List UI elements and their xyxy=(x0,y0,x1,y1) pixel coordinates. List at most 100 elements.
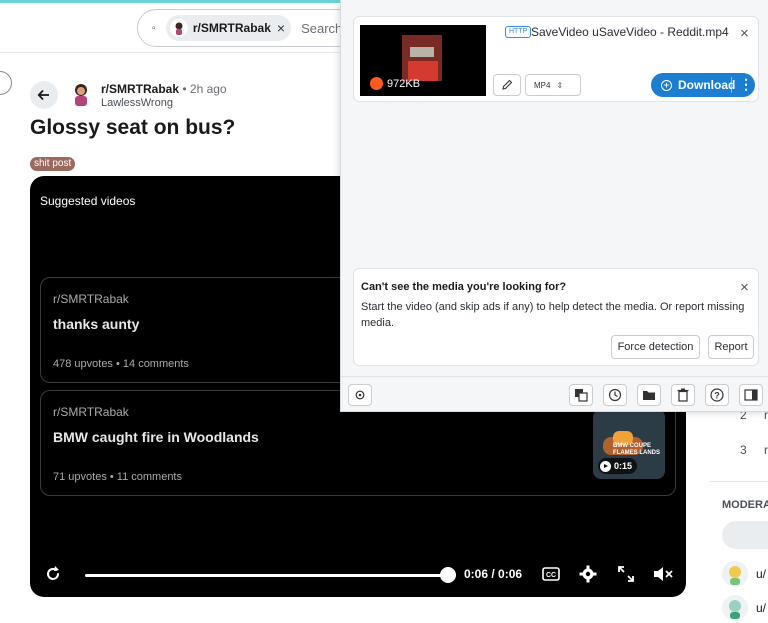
post-flair[interactable]: shit post xyxy=(30,157,76,171)
moderators-heading: MODERAT xyxy=(722,499,768,511)
subreddit-avatar[interactable] xyxy=(68,81,94,107)
format-select[interactable]: MP4 ⇕ xyxy=(525,74,581,96)
history-icon xyxy=(608,388,622,402)
arrow-left-icon xyxy=(37,89,49,101)
folder-button[interactable] xyxy=(637,384,661,406)
community-avatar-icon xyxy=(169,19,188,37)
suggestion-subreddit: r/SMRTRabak xyxy=(53,292,129,306)
force-detection-button[interactable]: Force detection xyxy=(611,335,700,359)
sidebar-divider xyxy=(710,481,768,482)
report-button[interactable]: Report xyxy=(708,335,754,359)
post-author-link[interactable]: LawlessWrong xyxy=(101,97,173,109)
sidebar-icon xyxy=(744,389,758,401)
pencil-icon xyxy=(502,79,513,90)
suggestion-subreddit: r/SMRTRabak xyxy=(53,405,129,419)
back-button[interactable] xyxy=(30,81,58,109)
download-label: Download xyxy=(678,78,736,92)
duration-label: 0:15 xyxy=(614,461,633,471)
moderator-name: u/ xyxy=(756,567,767,581)
community-chip[interactable]: r/SMRTRabak × xyxy=(165,15,292,41)
moderator-avatar xyxy=(722,595,748,621)
post-header: r/SMRTRabak • 2h ago xyxy=(101,82,227,96)
suggestion-thumbnail[interactable]: BMW COUPE FLAMES LANDS 0:15 xyxy=(593,409,665,479)
captions-button[interactable]: CC xyxy=(540,563,562,585)
community-chip-label: r/SMRTRabak xyxy=(192,21,271,35)
settings-button[interactable] xyxy=(348,384,372,406)
protocol-badge: HTTP xyxy=(505,26,532,38)
progress-knob[interactable] xyxy=(440,567,456,583)
download-button[interactable]: + Download ⋮ xyxy=(651,73,755,97)
player-controls: 0:06 / 0:06 CC xyxy=(30,556,686,592)
translate-icon xyxy=(575,389,588,402)
expand-icon xyxy=(618,566,634,582)
captions-icon: CC xyxy=(542,567,560,581)
svg-text:?: ? xyxy=(714,391,720,401)
history-button[interactable] xyxy=(603,384,627,406)
search-bar[interactable]: r/SMRTRabak × Search in xyxy=(137,9,357,47)
replay-icon xyxy=(47,566,59,580)
select-arrows-icon: ⇕ xyxy=(556,80,564,90)
more-icon: ⋮ xyxy=(0,73,5,85)
suggested-videos-heading: Suggested videos xyxy=(40,194,136,208)
suggestion-meta: 478 upvotes • 14 comments xyxy=(53,358,189,370)
more-options-button[interactable]: ⋮ xyxy=(0,71,12,95)
media-thumbnail[interactable]: 972KB xyxy=(360,25,486,96)
muted-speaker-icon xyxy=(654,567,673,581)
timecode: 0:06 / 0:06 xyxy=(464,567,523,581)
replay-button[interactable] xyxy=(42,563,64,585)
notice-body: Start the video (and skip ads if any) to… xyxy=(361,301,745,329)
moderator-avatar xyxy=(722,561,748,587)
moderator-item[interactable]: u/ xyxy=(722,595,768,621)
suggestion-title: thanks aunty xyxy=(53,316,140,332)
thumbnail-caption: BMW COUPE FLAMES LANDS xyxy=(613,443,660,456)
media-size: 972KB xyxy=(370,77,420,90)
reddit-icon xyxy=(370,77,383,90)
header-divider xyxy=(0,52,340,53)
settings-icon xyxy=(355,390,365,400)
post-separator: • xyxy=(179,82,190,96)
media-filename: SaveVideo uSaveVideo - Reddit.mp4 xyxy=(531,25,729,39)
suggestion-title: BMW caught fire in Woodlands xyxy=(53,429,259,445)
rank-label-fragment: r xyxy=(764,443,768,457)
help-icon: ? xyxy=(710,388,724,402)
popup-toolbar: ? xyxy=(341,376,768,412)
gear-icon xyxy=(579,565,597,583)
suggestion-meta: 71 upvotes • 11 comments xyxy=(53,471,182,483)
notice-title: Can't see the media you're looking for? xyxy=(361,281,567,293)
play-icon xyxy=(600,460,611,472)
progress-track[interactable] xyxy=(85,574,447,577)
fullscreen-button[interactable] xyxy=(615,563,637,585)
mute-button[interactable] xyxy=(652,563,674,585)
close-icon[interactable]: × xyxy=(740,25,749,42)
folder-icon xyxy=(643,391,655,400)
rank-number: 3 xyxy=(740,443,747,457)
thumbnail-scene xyxy=(410,47,434,57)
chip-close-icon[interactable]: × xyxy=(277,20,285,36)
post-time: 2h ago xyxy=(189,82,227,96)
moderator-name: u/ xyxy=(756,601,767,615)
search-icon xyxy=(152,26,156,30)
trash-icon xyxy=(677,388,689,402)
download-icon: + xyxy=(661,79,672,91)
media-item-card: 972KB HTTP SaveVideo uSaveVideo - Reddit… xyxy=(353,16,759,102)
button-separator xyxy=(731,77,732,93)
rename-button[interactable] xyxy=(493,74,521,96)
moderator-item[interactable]: u/ xyxy=(722,561,768,587)
close-icon[interactable]: × xyxy=(740,279,749,296)
media-size-label: 972KB xyxy=(387,77,421,90)
help-button[interactable]: ? xyxy=(705,384,729,406)
post-title: Glossy seat on bus? xyxy=(30,116,236,139)
format-value: MP4 xyxy=(534,80,551,90)
delete-button[interactable] xyxy=(671,384,695,406)
translate-button[interactable] xyxy=(569,384,593,406)
thumbnail-duration: 0:15 xyxy=(598,458,638,474)
trending-rank-item[interactable]: 3r xyxy=(740,443,768,457)
post-subreddit-link[interactable]: r/SMRTRabak xyxy=(101,82,179,96)
video-downloader-popup: 972KB HTTP SaveVideo uSaveVideo - Reddit… xyxy=(340,0,768,412)
svg-text:CC: CC xyxy=(546,572,556,579)
settings-button[interactable] xyxy=(577,563,599,585)
sidebar-toggle-button[interactable] xyxy=(739,384,763,406)
missing-media-notice: Can't see the media you're looking for? … xyxy=(353,268,759,366)
more-options-icon[interactable]: ⋮ xyxy=(739,75,753,93)
message-mods-button[interactable] xyxy=(722,521,768,549)
